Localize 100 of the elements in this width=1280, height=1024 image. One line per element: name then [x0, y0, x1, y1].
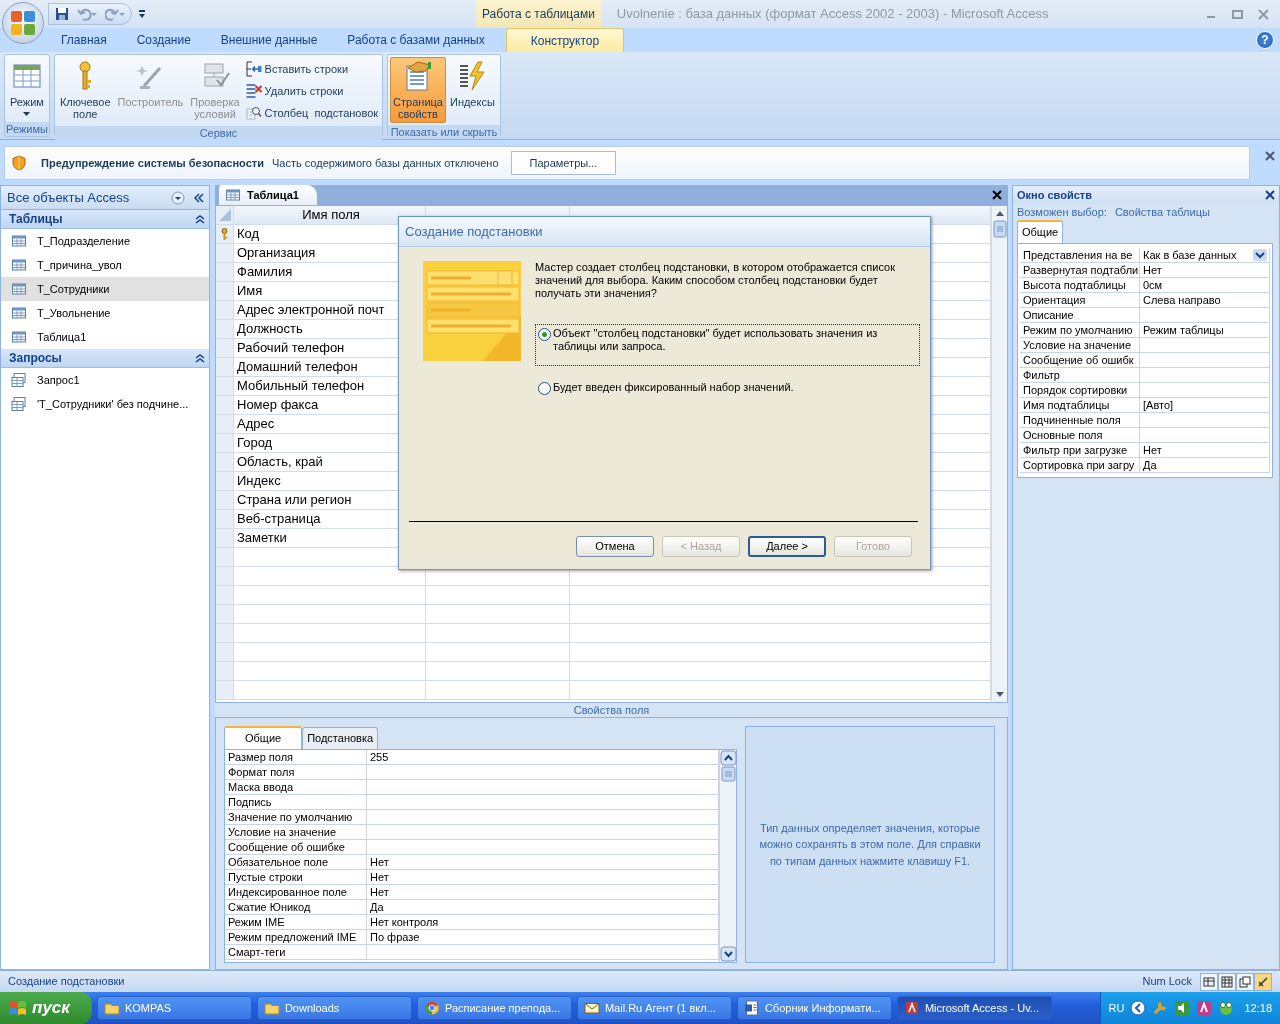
property-value[interactable]: Как в базе данных: [1143, 247, 1237, 262]
radio-button[interactable]: [538, 382, 551, 395]
ribbon-group-title: Режимы: [5, 122, 49, 136]
ribbon-button[interactable]: Столбец подстановок: [243, 102, 381, 124]
property-name: Значение по умолчанию: [225, 809, 367, 824]
ribbon-button[interactable]: Вставить строки: [243, 58, 381, 80]
view-button[interactable]: [1200, 972, 1218, 991]
ribbon-group-title: Показать или скрыть: [388, 125, 500, 139]
nav-item[interactable]: T_Подразделение: [1, 229, 209, 253]
taskbar-button[interactable]: Microsoft Access - Uv...: [896, 996, 1052, 1020]
radio-button[interactable]: [538, 328, 551, 341]
ribbon-button[interactable]: Страница свойств: [390, 57, 446, 123]
properties-tab[interactable]: Общие: [224, 726, 303, 749]
dropdown-icon[interactable]: [1253, 248, 1267, 261]
redo-icon[interactable]: [105, 7, 125, 21]
property-name: Пустые строки: [225, 869, 367, 884]
collapse-pane-icon[interactable]: [193, 191, 205, 204]
help-text: Тип данных определяет значения, которые можно сохранять в этом поле. Для справки по типам данных нажмите клавишу F1.: [758, 820, 982, 869]
property-value[interactable]: Режим таблицы: [1143, 322, 1224, 337]
close-icon[interactable]: [1264, 150, 1276, 162]
row-selector[interactable]: [216, 225, 234, 243]
office-logo-button[interactable]: [2, 2, 44, 44]
status-text: Создание подстановки: [8, 974, 125, 990]
scroll-down-icon[interactable]: [720, 946, 737, 962]
property-value[interactable]: 0см: [1143, 277, 1163, 292]
nav-item[interactable]: T_Сотрудники: [1, 277, 209, 301]
taskbar-button[interactable]: Сборник Информати...: [736, 996, 892, 1020]
view-icon: [1203, 975, 1215, 988]
view-icon: [1239, 975, 1251, 988]
document-tab[interactable]: Таблица1: [219, 185, 317, 205]
dialog-button[interactable]: Отмена: [576, 536, 654, 557]
nav-item[interactable]: T_Увольнение: [1, 301, 209, 325]
ribbon-button[interactable]: Режим: [7, 57, 47, 120]
collapse-group-icon[interactable]: [195, 214, 205, 224]
properties-tab[interactable]: Общие: [1017, 220, 1064, 243]
taskbar-button[interactable]: KOMPAS: [96, 996, 252, 1020]
view-icon: [1257, 975, 1269, 988]
window-title: Uvolnenie : база данных (формат Access 2002 - 2003) - Microsoft Access: [616, 5, 1049, 24]
property-name: Обязательное поле: [225, 854, 367, 869]
list-illustration-icon: [423, 261, 521, 361]
customize-icon[interactable]: [138, 9, 146, 19]
sound-icon[interactable]: [1174, 1000, 1191, 1016]
property-name: Режим предложений IME: [225, 929, 367, 944]
table-icon: [11, 257, 27, 273]
options-button[interactable]: Параметры...: [510, 150, 617, 176]
ribbon-tab[interactable]: Конструктор: [505, 28, 625, 52]
table-icon: [11, 233, 27, 249]
scroll-thumb[interactable]: [992, 220, 1008, 238]
property-name: Смарт-теги: [225, 944, 367, 959]
property-name: Условие на значение: [1020, 337, 1140, 352]
view-button[interactable]: [1254, 972, 1272, 991]
ribbon-tab[interactable]: Внешние данные: [205, 28, 333, 52]
view-button[interactable]: [1218, 972, 1236, 991]
property-value[interactable]: Да: [1143, 457, 1157, 472]
save-icon[interactable]: [55, 7, 69, 21]
property-name: Размер поля: [225, 749, 367, 764]
frog-icon[interactable]: [1218, 1000, 1235, 1016]
office-logo-icon: [10, 10, 36, 36]
view-button[interactable]: [1236, 972, 1254, 991]
nav-group-title: Таблицы: [9, 211, 63, 228]
property-value[interactable]: Нет: [1143, 442, 1162, 457]
property-value[interactable]: [Авто]: [1143, 397, 1174, 412]
ribbon-tab[interactable]: Главная: [46, 28, 122, 52]
taskbar-button[interactable]: Downloads: [256, 996, 412, 1020]
help-button[interactable]: ?: [1256, 31, 1274, 49]
app-icon[interactable]: [1196, 1000, 1213, 1016]
scroll-up-icon[interactable]: [720, 749, 737, 766]
nav-item[interactable]: Таблица1: [1, 325, 209, 349]
section-caption: Свойства поля: [215, 703, 1008, 717]
ribbon-group-title: Сервис: [54, 126, 383, 140]
expand-tray-icon[interactable]: [1130, 1000, 1147, 1016]
taskbar-button[interactable]: Расписание препода...: [416, 996, 572, 1020]
scroll-thumb[interactable]: [720, 765, 737, 782]
nav-item[interactable]: T_причина_увол: [1, 253, 209, 277]
close-icon[interactable]: [1265, 190, 1275, 200]
property-name: Сортировка при загру: [1020, 457, 1140, 472]
dialog-button[interactable]: Далее >: [748, 536, 826, 557]
ribbon-tab[interactable]: Создание: [121, 28, 206, 52]
ribbon-button[interactable]: Ключевое поле: [56, 57, 114, 124]
property-name: Режим по умолчанию: [1020, 322, 1140, 337]
ribbon-tab[interactable]: Работа с базами данных: [332, 28, 500, 52]
document-icon: [743, 1000, 760, 1016]
property-value[interactable]: Слева направо: [1143, 292, 1221, 307]
property-name: Основные поля: [1020, 427, 1140, 442]
property-value[interactable]: Нет: [1143, 262, 1162, 277]
taskbar-button[interactable]: Mail.Ru Агент (1 вкл...: [576, 996, 732, 1020]
nav-item[interactable]: 'T_Сотрудники' без подчине...: [1, 392, 209, 416]
dropdown-icon[interactable]: [171, 190, 185, 205]
ribbon-button[interactable]: Удалить строки: [243, 80, 381, 102]
property-name: Формат поля: [225, 764, 367, 779]
close-icon[interactable]: [992, 190, 1002, 200]
ribbon-button[interactable]: Индексы: [446, 57, 498, 123]
nav-item[interactable]: Запрос1: [1, 368, 209, 392]
undo-icon[interactable]: [77, 7, 97, 21]
start-button[interactable]: пуск: [0, 992, 92, 1024]
radio-label[interactable]: Будет введен фиксированный набор значений.: [553, 381, 794, 394]
browser-icon: [423, 1000, 440, 1016]
properties-tab[interactable]: Подстановка: [302, 727, 379, 749]
property-sheet-title: Окно свойств: [1017, 187, 1092, 203]
collapse-group-icon[interactable]: [195, 353, 205, 363]
